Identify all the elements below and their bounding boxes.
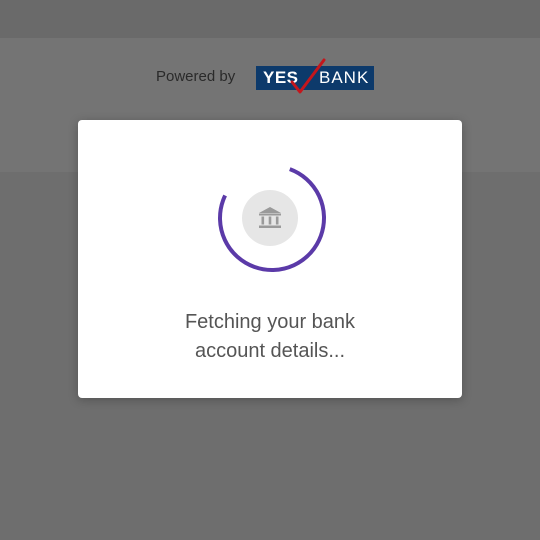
powered-by-label: Powered by	[156, 68, 236, 85]
yes-bank-logo: YES BANK	[256, 58, 374, 94]
loading-message-line2: account details...	[194, 340, 346, 362]
powered-by-row: Powered by YES BANK	[0, 58, 540, 94]
loading-message: Fetching your bank account details...	[98, 308, 442, 366]
bank-icon-badge	[242, 190, 298, 246]
status-bar-area	[0, 0, 540, 38]
tick-icon	[290, 58, 326, 94]
loading-dialog: Fetching your bank account details...	[78, 120, 462, 398]
loading-message-line1: Fetching your bank	[184, 311, 356, 333]
bank-building-icon	[259, 207, 281, 228]
bank-logo-word-bank: BANK	[319, 68, 370, 87]
